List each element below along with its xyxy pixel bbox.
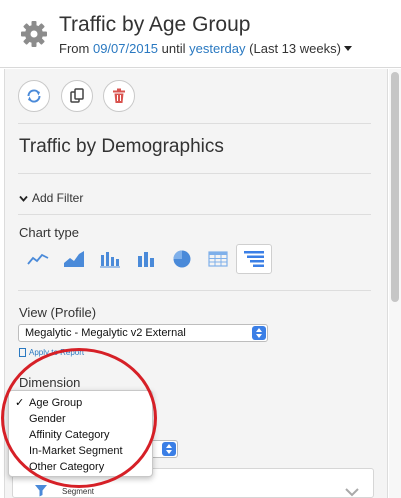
document-icon xyxy=(19,348,26,357)
trash-icon xyxy=(113,88,125,103)
delete-button[interactable] xyxy=(103,80,135,112)
dimension-option-other-category[interactable]: Other Category xyxy=(9,459,152,475)
report-title: Traffic by Age Group xyxy=(59,13,251,36)
table-icon xyxy=(208,251,228,267)
chart-type-line[interactable] xyxy=(20,244,56,274)
dimension-option-gender[interactable]: Gender xyxy=(9,411,152,427)
end-date-link[interactable]: yesterday xyxy=(189,41,245,56)
dimension-option-affinity-category[interactable]: Affinity Category xyxy=(9,427,152,443)
chart-type-pie[interactable] xyxy=(164,244,200,274)
column-chart-icon xyxy=(100,252,120,268)
view-profile-label: View (Profile) xyxy=(19,305,97,320)
chart-type-funnel[interactable] xyxy=(236,244,272,274)
dimension-label: Dimension xyxy=(19,375,81,390)
dimension-option-label: Affinity Category xyxy=(29,429,110,441)
chart-type-selector xyxy=(20,244,272,274)
pie-chart-icon xyxy=(173,250,191,268)
chevron-down-icon[interactable] xyxy=(345,487,359,497)
area-chart-icon xyxy=(64,251,84,267)
refresh-icon xyxy=(27,89,41,103)
dimension-dropdown-menu: ✓ Age Group Gender Affinity Category In-… xyxy=(8,390,153,477)
apply-to-report-link[interactable]: Apply to Report xyxy=(19,348,84,357)
dimension-option-label: Gender xyxy=(29,413,66,425)
copy-button[interactable] xyxy=(61,80,93,112)
report-header: Traffic by Age Group From 09/07/2015 unt… xyxy=(0,0,401,68)
gear-icon[interactable] xyxy=(19,19,49,49)
start-date-link[interactable]: 09/07/2015 xyxy=(93,41,158,56)
range-note: (Last 13 weeks) xyxy=(249,41,341,56)
select-arrows-icon xyxy=(252,326,266,340)
divider xyxy=(18,123,371,124)
date-range-dropdown-icon[interactable] xyxy=(343,46,352,51)
chart-type-bar[interactable] xyxy=(128,244,164,274)
bar-chart-icon xyxy=(138,252,154,267)
checkmark-icon: ✓ xyxy=(15,397,25,409)
apply-to-report-label: Apply to Report xyxy=(29,348,85,357)
segment-label: Segment xyxy=(62,487,95,496)
chart-type-area[interactable] xyxy=(56,244,92,274)
chart-type-label: Chart type xyxy=(19,225,79,240)
from-label: From xyxy=(59,41,90,56)
copy-icon xyxy=(70,88,84,103)
add-filter-toggle[interactable]: Add Filter xyxy=(19,191,83,205)
dimension-option-in-market-segment[interactable]: In-Market Segment xyxy=(9,443,152,459)
scrollbar-thumb[interactable] xyxy=(391,72,399,302)
funnel-icon xyxy=(35,485,47,497)
divider xyxy=(18,173,371,174)
dimension-option-label: Other Category xyxy=(29,461,105,473)
add-filter-label: Add Filter xyxy=(32,191,84,205)
divider xyxy=(18,214,371,215)
dimension-option-label: In-Market Segment xyxy=(29,445,123,457)
date-range: From 09/07/2015 until yesterday (Last 13… xyxy=(59,41,352,56)
refresh-button[interactable] xyxy=(18,80,50,112)
divider xyxy=(18,290,371,291)
dimension-option-age-group[interactable]: ✓ Age Group xyxy=(9,395,152,411)
until-label: until xyxy=(161,41,186,56)
dimension-option-label: Age Group xyxy=(29,397,83,409)
line-chart-icon xyxy=(27,253,49,265)
chart-type-column[interactable] xyxy=(92,244,128,274)
chevron-down-icon xyxy=(19,195,28,202)
view-profile-value: Megalytic - Megalytic v2 External xyxy=(25,327,186,339)
widget-title: Traffic by Demographics xyxy=(19,136,224,157)
chart-type-table[interactable] xyxy=(200,244,236,274)
funnel-bars-icon xyxy=(244,251,264,267)
select-arrows-icon xyxy=(162,442,176,456)
view-profile-select[interactable]: Megalytic - Megalytic v2 External xyxy=(18,324,268,342)
